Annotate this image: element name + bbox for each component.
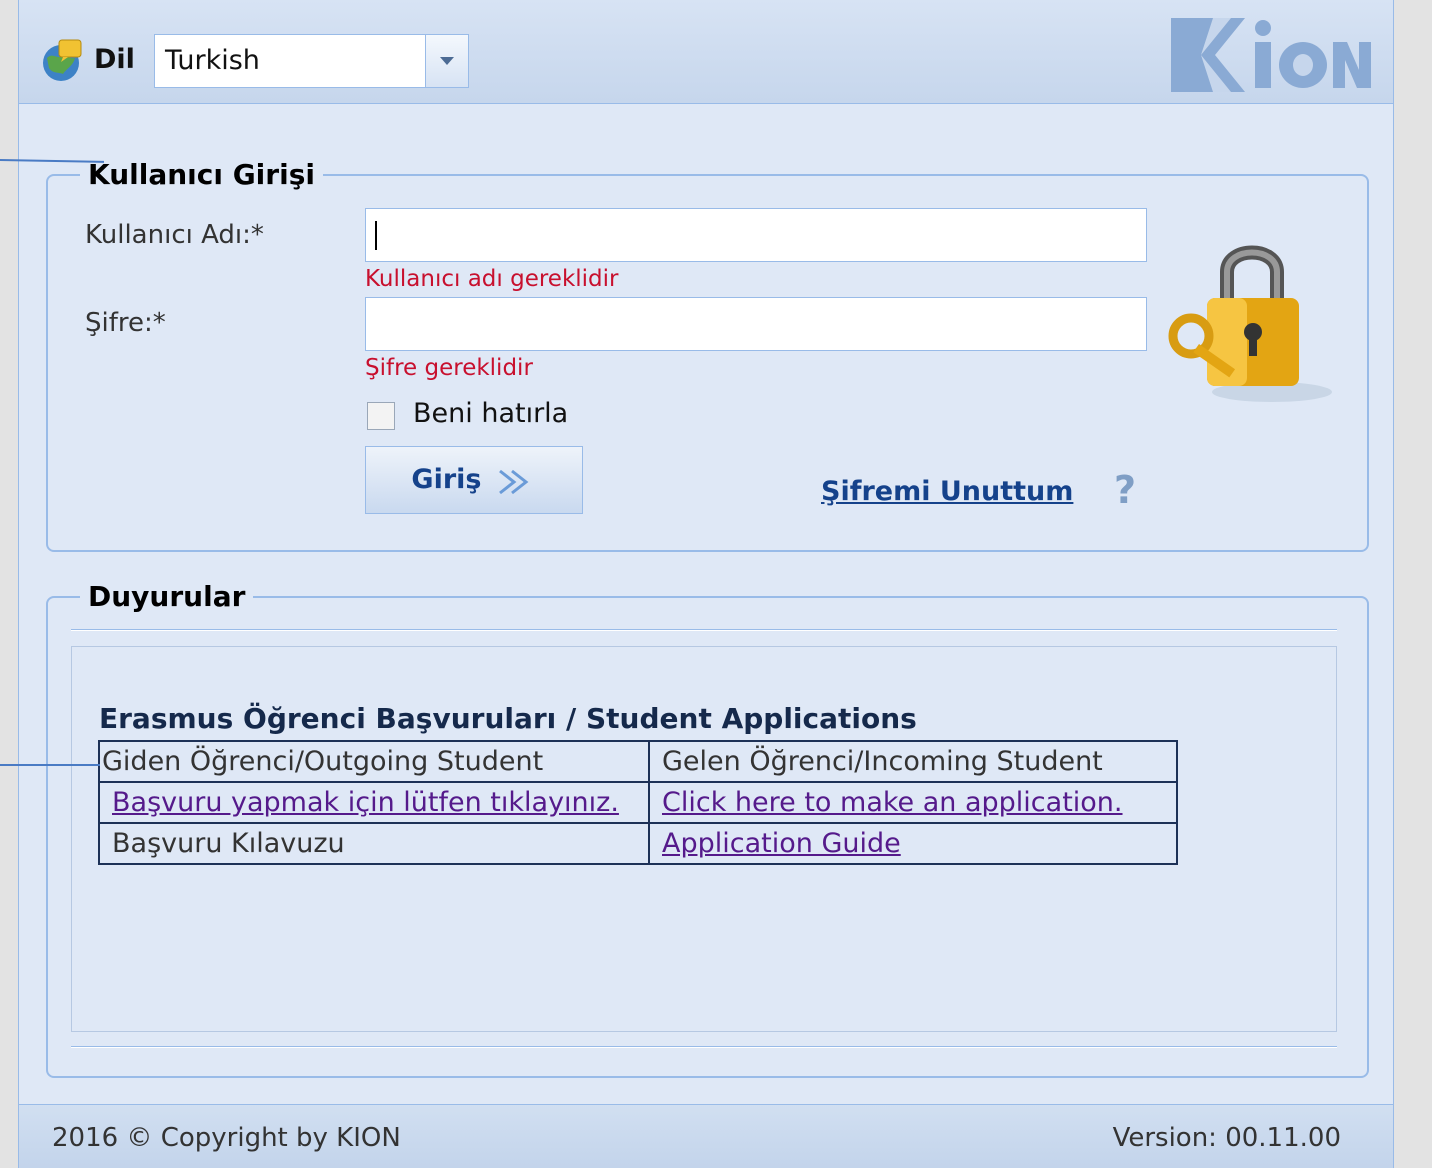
divider: [71, 629, 1337, 631]
applications-table: Giden Öğrenci/Outgoing Student Gelen Öğr…: [98, 740, 1178, 865]
chevron-down-icon[interactable]: [425, 35, 468, 87]
username-input[interactable]: [365, 208, 1147, 262]
login-fieldset-title: Kullanıcı Girişi: [88, 158, 315, 191]
version-text: Version: 00.11.00: [1112, 1123, 1341, 1153]
incoming-apply-link[interactable]: Click here to make an application.: [652, 787, 1123, 818]
outgoing-apply-link[interactable]: Başvuru yapmak için lütfen tıklayınız.: [102, 787, 619, 818]
text-caret: [375, 221, 377, 250]
password-label: Şifre:*: [85, 308, 166, 338]
announcement-heading: Erasmus Öğrenci Başvuruları / Student Ap…: [99, 702, 917, 735]
language-label: Dil: [94, 44, 135, 75]
remember-me-checkbox[interactable]: [367, 402, 395, 430]
language-select[interactable]: Turkish: [154, 34, 469, 88]
table-row: Başvuru yapmak için lütfen tıklayınız. C…: [98, 781, 1178, 824]
double-arrow-right-icon: [498, 469, 529, 494]
username-error: Kullanıcı adı gereklidir: [365, 266, 619, 292]
globe-language-icon: [43, 39, 82, 81]
kion-logo: [1171, 18, 1371, 92]
language-select-value: Turkish: [165, 45, 260, 76]
toolbar: Dil Turkish: [19, 0, 1393, 104]
password-input[interactable]: [365, 297, 1147, 351]
application-guide-link[interactable]: Application Guide: [652, 828, 901, 859]
remember-me-label[interactable]: Beni hatırla: [413, 398, 568, 429]
announcements-fieldset-title: Duyurular: [88, 580, 246, 613]
help-icon[interactable]: ?: [1114, 468, 1136, 512]
table-cell: Application Guide: [648, 822, 1178, 865]
table-cell: Başvuru yapmak için lütfen tıklayınız.: [98, 781, 650, 824]
table-header-incoming: Gelen Öğrenci/Incoming Student: [648, 740, 1178, 783]
forgot-password-link[interactable]: Şifremi Unuttum: [821, 476, 1073, 507]
username-label: Kullanıcı Adı:*: [85, 220, 264, 250]
footer: 2016 © Copyright by KION Version: 00.11.…: [19, 1104, 1393, 1168]
lock-icon: [1168, 245, 1332, 402]
copyright-text: 2016 © Copyright by KION: [52, 1123, 401, 1153]
login-button-label: Giriş: [411, 464, 482, 495]
annotation-line: [0, 764, 100, 766]
table-row: Giden Öğrenci/Outgoing Student Gelen Öğr…: [98, 740, 1178, 783]
table-row: Başvuru Kılavuzu Application Guide: [98, 822, 1178, 865]
login-button[interactable]: Giriş: [365, 446, 583, 514]
password-error: Şifre gereklidir: [365, 355, 533, 381]
table-header-outgoing: Giden Öğrenci/Outgoing Student: [98, 740, 650, 783]
login-panel: Dil Turkish Kullanıcı Girişi Kullanıcı A…: [18, 0, 1394, 1168]
divider: [71, 1046, 1337, 1048]
guide-label-cell: Başvuru Kılavuzu: [98, 822, 650, 865]
table-cell: Click here to make an application.: [648, 781, 1178, 824]
